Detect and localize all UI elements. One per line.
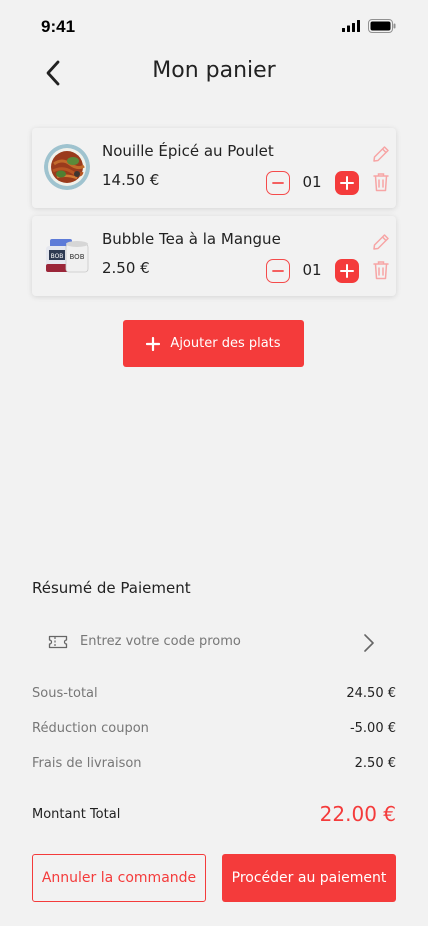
plus-icon [340,176,354,190]
delivery-fee-value: 2.50 € [354,756,396,771]
item-name: Nouille Épicé au Poulet [102,142,274,160]
battery-icon [368,19,396,33]
increase-quantity-button[interactable] [335,171,359,195]
chevron-right-icon [364,634,374,652]
promo-code-placeholder: Entrez votre code promo [80,634,241,649]
svg-text:BOB: BOB [70,253,85,261]
ticket-icon [48,635,68,649]
total-value: 22.00 € [319,802,396,826]
edit-icon[interactable] [371,144,391,164]
item-price: 2.50 € [102,259,150,277]
cart-item: BOB BOB Bubble Tea à la Mangue 2.50 € 01 [32,216,396,296]
coupon-discount-label: Réduction coupon [32,721,149,736]
decrease-quantity-button[interactable] [266,171,290,195]
subtotal-label: Sous-total [32,686,98,701]
cancel-order-label: Annuler la commande [41,870,197,886]
trash-icon[interactable] [372,260,390,280]
edit-icon[interactable] [371,232,391,252]
item-price: 14.50 € [102,171,160,189]
plus-icon [340,264,354,278]
add-dishes-label: Ajouter des plats [170,336,281,351]
quantity-value: 01 [302,173,322,191]
increase-quantity-button[interactable] [335,259,359,283]
header: Mon panier [0,50,428,96]
svg-text:BOB: BOB [51,253,64,260]
page-title: Mon panier [152,58,276,83]
status-time: 9:41 [41,17,76,36]
add-dishes-button[interactable]: Ajouter des plats [123,320,304,367]
promo-code-field[interactable]: Entrez votre code promo [32,624,396,662]
plus-icon [146,336,161,351]
cart-item: Nouille Épicé au Poulet 14.50 € 01 [32,128,396,208]
proceed-to-payment-button[interactable]: Procéder au paiement [222,854,396,902]
trash-icon[interactable] [372,172,390,192]
noodle-dish-image [44,144,90,190]
subtotal-value: 24.50 € [346,686,396,701]
quantity-value: 01 [302,261,322,279]
status-bar: 9:41 [0,0,428,50]
proceed-to-payment-label: Procéder au paiement [231,870,387,886]
bubble-tea-image: BOB BOB [44,232,90,278]
decrease-quantity-button[interactable] [266,259,290,283]
delivery-fee-label: Frais de livraison [32,756,142,771]
total-label: Montant Total [32,807,121,822]
cancel-order-button[interactable]: Annuler la commande [32,854,206,902]
signal-icon [342,20,360,32]
item-name: Bubble Tea à la Mangue [102,230,281,248]
minus-icon [272,182,284,184]
minus-icon [272,270,284,272]
summary-title: Résumé de Paiement [32,579,191,597]
coupon-discount-value: -5.00 € [349,721,396,736]
